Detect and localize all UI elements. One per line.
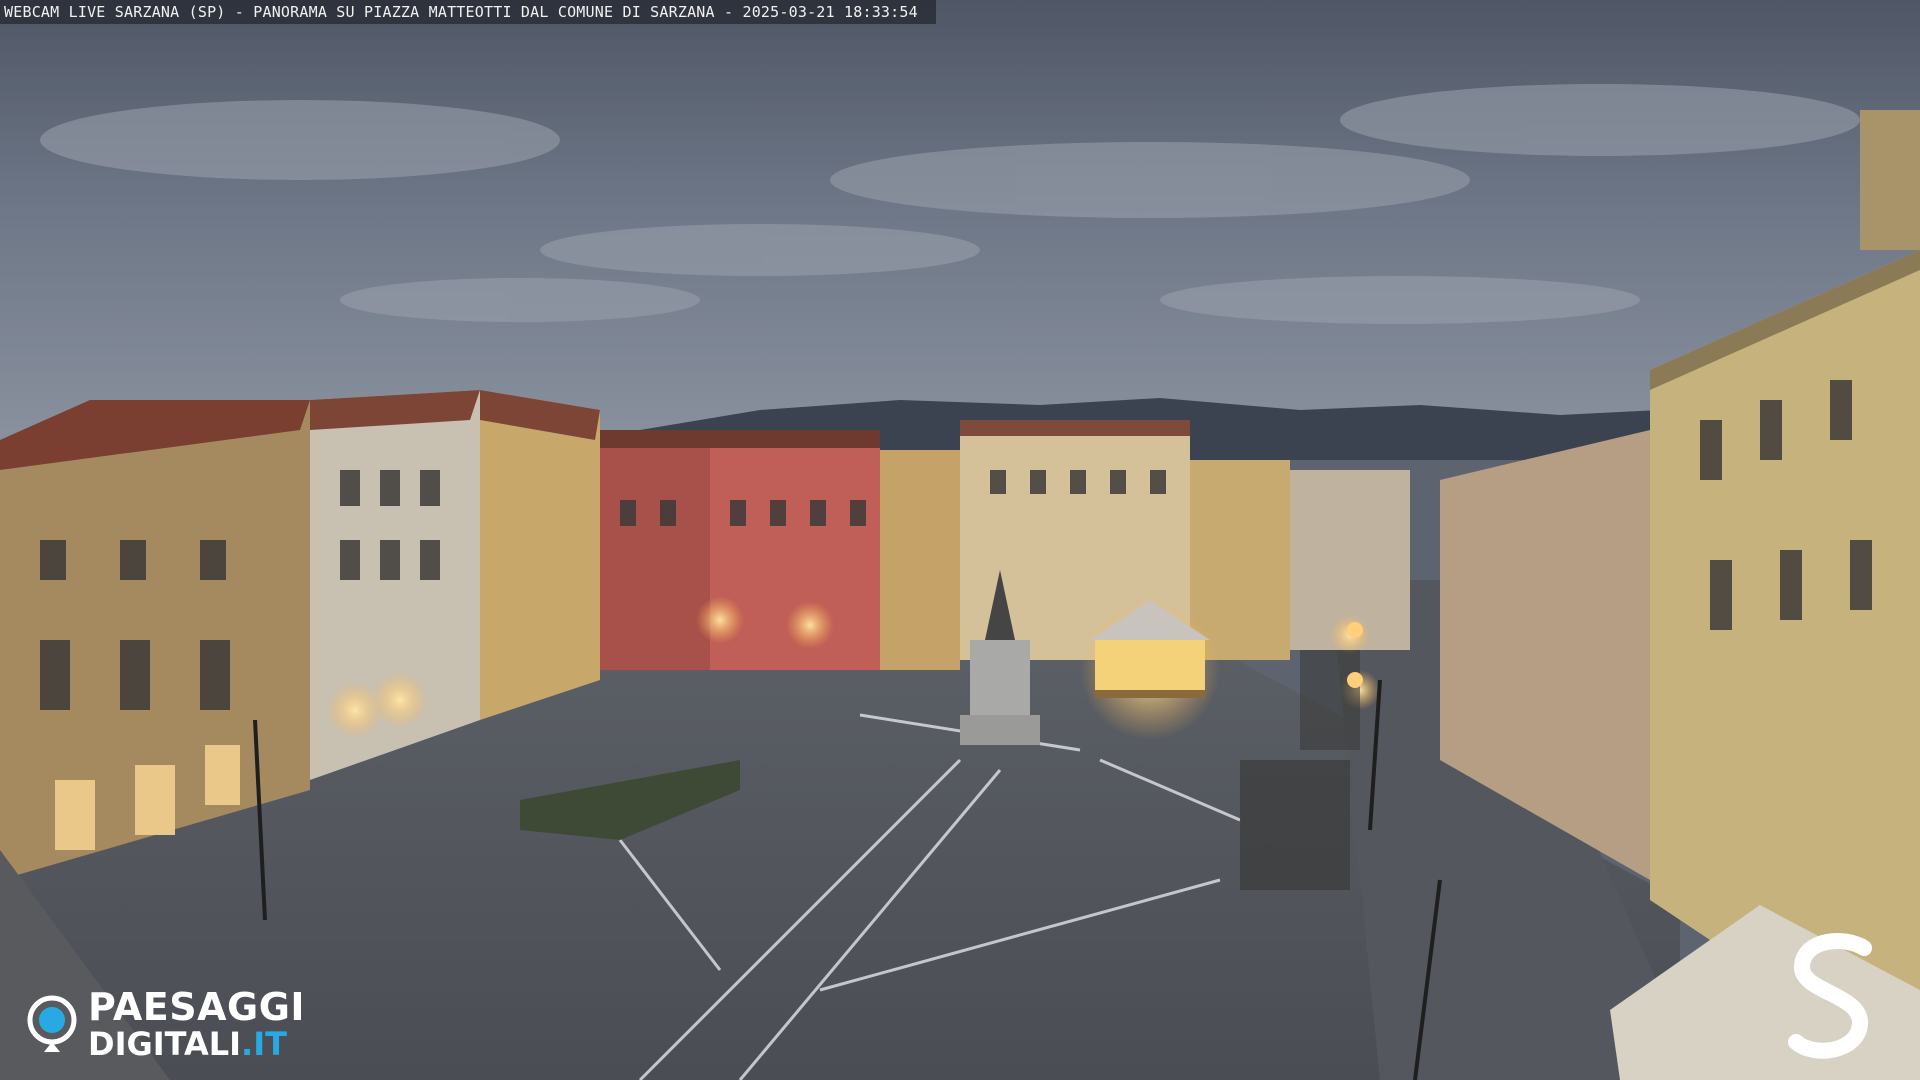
- webcam-eye-icon: [27, 995, 77, 1052]
- sarzana-s-logo-icon: [1788, 933, 1872, 1059]
- sky: [0, 0, 1920, 460]
- webcam-frame: WEBCAM LIVE SARZANA (SP) - PANORAMA SU P…: [0, 0, 1920, 1080]
- carousel: [1080, 600, 1220, 740]
- paesaggi-digitali-logo[interactable]: PAESAGGI DIGITALI.IT: [24, 988, 305, 1060]
- webcam-caption: WEBCAM LIVE SARZANA (SP) - PANORAMA SU P…: [0, 0, 936, 24]
- logo-line2-main: DIGITALI: [88, 1025, 242, 1063]
- piazza-panorama-image: [0, 0, 1920, 1080]
- logo-line1: PAESAGGI: [88, 985, 306, 1029]
- logo-line2: DIGITALI.IT: [88, 1028, 305, 1060]
- logo-line2-accent: .IT: [241, 1025, 287, 1063]
